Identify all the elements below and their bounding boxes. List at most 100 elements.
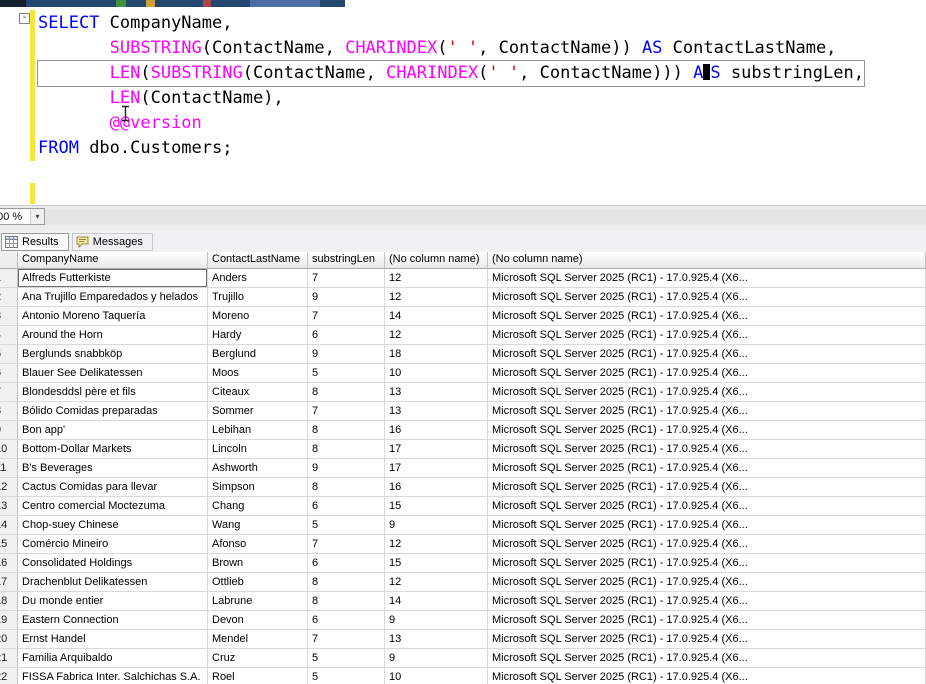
grid-cell[interactable]: 8 <box>308 592 385 611</box>
grid-cell[interactable]: Microsoft SQL Server 2025 (RC1) - 17.0.9… <box>488 440 926 459</box>
grid-cell[interactable]: 7 <box>308 402 385 421</box>
grid-cell[interactable]: 12 <box>385 326 488 345</box>
grid-corner-cell[interactable] <box>0 252 18 269</box>
grid-cell[interactable]: 12 <box>385 269 488 288</box>
grid-cell[interactable]: Microsoft SQL Server 2025 (RC1) - 17.0.9… <box>488 478 926 497</box>
grid-cell[interactable]: 7 <box>308 307 385 326</box>
grid-cell[interactable]: Bon app' <box>18 421 208 440</box>
grid-cell[interactable]: Anders <box>208 269 308 288</box>
grid-cell[interactable]: Simpson <box>208 478 308 497</box>
grid-cell[interactable]: Hardy <box>208 326 308 345</box>
row-header[interactable]: 17 <box>0 573 18 592</box>
horizontal-scrollbar[interactable] <box>46 209 926 224</box>
row-header[interactable]: 19 <box>0 611 18 630</box>
grid-cell[interactable]: Alfreds Futterkiste <box>18 269 208 288</box>
code-area[interactable]: SELECT CompanyName, SUBSTRING(ContactNam… <box>38 11 864 161</box>
grid-cell[interactable]: Bólido Comidas preparadas <box>18 402 208 421</box>
row-header[interactable]: 2 <box>0 288 18 307</box>
grid-cell[interactable]: Microsoft SQL Server 2025 (RC1) - 17.0.9… <box>488 535 926 554</box>
row-header[interactable]: 13 <box>0 497 18 516</box>
grid-cell[interactable]: Lincoln <box>208 440 308 459</box>
grid-cell[interactable]: Wang <box>208 516 308 535</box>
grid-cell[interactable]: 9 <box>308 288 385 307</box>
row-header[interactable]: 7 <box>0 383 18 402</box>
row-header[interactable]: 16 <box>0 554 18 573</box>
sql-editor[interactable]: - SELECT CompanyName, SUBSTRING(ContactN… <box>0 7 926 205</box>
grid-cell[interactable]: 9 <box>308 459 385 478</box>
row-header[interactable]: 10 <box>0 440 18 459</box>
grid-cell[interactable]: 16 <box>385 478 488 497</box>
grid-cell[interactable]: 8 <box>308 421 385 440</box>
grid-cell[interactable]: 8 <box>308 573 385 592</box>
grid-cell[interactable]: Microsoft SQL Server 2025 (RC1) - 17.0.9… <box>488 288 926 307</box>
grid-cell[interactable]: Microsoft SQL Server 2025 (RC1) - 17.0.9… <box>488 307 926 326</box>
grid-cell[interactable]: Microsoft SQL Server 2025 (RC1) - 17.0.9… <box>488 573 926 592</box>
grid-cell[interactable]: 17 <box>385 459 488 478</box>
grid-cell[interactable]: Mendel <box>208 630 308 649</box>
row-header[interactable]: 21 <box>0 649 18 668</box>
grid-cell[interactable]: 5 <box>308 668 385 684</box>
grid-cell[interactable]: Antonio Moreno Taquería <box>18 307 208 326</box>
grid-cell[interactable]: Around the Horn <box>18 326 208 345</box>
grid-cell[interactable]: Microsoft SQL Server 2025 (RC1) - 17.0.9… <box>488 402 926 421</box>
grid-cell[interactable]: 5 <box>308 364 385 383</box>
grid-cell[interactable]: 5 <box>308 649 385 668</box>
grid-cell[interactable]: 16 <box>385 421 488 440</box>
row-header[interactable]: 14 <box>0 516 18 535</box>
row-header[interactable]: 1 <box>0 269 18 288</box>
row-header[interactable]: 18 <box>0 592 18 611</box>
grid-cell[interactable]: Labrune <box>208 592 308 611</box>
grid-cell[interactable]: Ana Trujillo Emparedados y helados <box>18 288 208 307</box>
code-line-3[interactable]: LEN(SUBSTRING(ContactName, CHARINDEX(' '… <box>38 61 864 86</box>
grid-cell[interactable]: Citeaux <box>208 383 308 402</box>
grid-cell[interactable]: 9 <box>385 649 488 668</box>
grid-cell[interactable]: Microsoft SQL Server 2025 (RC1) - 17.0.9… <box>488 459 926 478</box>
grid-cell[interactable]: 7 <box>308 630 385 649</box>
grid-cell[interactable]: 18 <box>385 345 488 364</box>
grid-cell[interactable]: 9 <box>385 611 488 630</box>
grid-cell[interactable]: Ernst Handel <box>18 630 208 649</box>
grid-cell[interactable]: Bottom-Dollar Markets <box>18 440 208 459</box>
grid-cell[interactable]: FISSA Fabrica Inter. Salchichas S.A. <box>18 668 208 684</box>
grid-cell[interactable]: 6 <box>308 611 385 630</box>
grid-cell[interactable]: Ottlieb <box>208 573 308 592</box>
code-line-2[interactable]: SUBSTRING(ContactName, CHARINDEX(' ', Co… <box>38 36 864 61</box>
grid-cell[interactable]: 17 <box>385 440 488 459</box>
grid-cell[interactable]: Microsoft SQL Server 2025 (RC1) - 17.0.9… <box>488 554 926 573</box>
column-header[interactable]: ContactLastName <box>208 252 308 269</box>
grid-cell[interactable]: Berglunds snabbköp <box>18 345 208 364</box>
grid-cell[interactable]: 15 <box>385 497 488 516</box>
grid-cell[interactable]: Moos <box>208 364 308 383</box>
row-header[interactable]: 3 <box>0 307 18 326</box>
grid-cell[interactable]: Microsoft SQL Server 2025 (RC1) - 17.0.9… <box>488 649 926 668</box>
grid-cell[interactable]: 7 <box>308 269 385 288</box>
grid-cell[interactable]: Microsoft SQL Server 2025 (RC1) - 17.0.9… <box>488 345 926 364</box>
row-header[interactable]: 4 <box>0 326 18 345</box>
grid-cell[interactable]: Blondesddsl père et fils <box>18 383 208 402</box>
grid-cell[interactable]: B's Beverages <box>18 459 208 478</box>
grid-cell[interactable]: Devon <box>208 611 308 630</box>
grid-cell[interactable]: Trujillo <box>208 288 308 307</box>
grid-cell[interactable]: 12 <box>385 535 488 554</box>
grid-cell[interactable]: Microsoft SQL Server 2025 (RC1) - 17.0.9… <box>488 611 926 630</box>
grid-cell[interactable]: 15 <box>385 554 488 573</box>
row-header[interactable]: 11 <box>0 459 18 478</box>
row-header[interactable]: 8 <box>0 402 18 421</box>
grid-cell[interactable]: Brown <box>208 554 308 573</box>
row-header[interactable]: 6 <box>0 364 18 383</box>
grid-cell[interactable]: 6 <box>308 326 385 345</box>
grid-cell[interactable]: Centro comercial Moctezuma <box>18 497 208 516</box>
grid-cell[interactable]: Microsoft SQL Server 2025 (RC1) - 17.0.9… <box>488 516 926 535</box>
grid-cell[interactable]: 8 <box>308 478 385 497</box>
tab-messages[interactable]: Messages <box>72 233 153 251</box>
grid-cell[interactable]: Drachenblut Delikatessen <box>18 573 208 592</box>
row-header[interactable]: 5 <box>0 345 18 364</box>
code-fold-toggle[interactable]: - <box>19 13 30 24</box>
grid-cell[interactable]: 6 <box>308 497 385 516</box>
column-header[interactable]: CompanyName <box>18 252 208 269</box>
grid-cell[interactable]: 6 <box>308 554 385 573</box>
code-line-6[interactable]: FROM dbo.Customers; <box>38 136 864 161</box>
grid-cell[interactable]: Consolidated Holdings <box>18 554 208 573</box>
grid-cell[interactable]: Chang <box>208 497 308 516</box>
grid-cell[interactable]: Familia Arquibaldo <box>18 649 208 668</box>
